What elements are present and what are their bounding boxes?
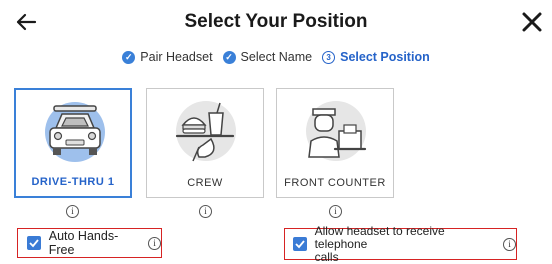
- info-icon[interactable]: i: [66, 205, 79, 218]
- cashier-icon: [306, 101, 367, 161]
- check-icon: [29, 239, 39, 248]
- step-label: Pair Headset: [140, 50, 213, 64]
- auto-hands-free-checkbox[interactable]: [27, 236, 41, 250]
- info-icon[interactable]: i: [199, 205, 212, 218]
- progress-steps: ✓ Pair Headset ✓ Select Name 3 Select Po…: [0, 50, 552, 64]
- position-label: DRIVE-THRU 1: [31, 176, 115, 188]
- food-tray-icon: [175, 101, 236, 162]
- step-label: Select Name: [240, 50, 313, 64]
- page-title: Select Your Position: [184, 11, 368, 32]
- info-icon[interactable]: i: [148, 236, 161, 250]
- step-select-position: 3 Select Position: [322, 50, 430, 64]
- info-icon[interactable]: i: [503, 237, 516, 251]
- step-label: Select Position: [340, 50, 430, 64]
- close-icon: [522, 12, 542, 32]
- step-number-icon: 3: [322, 50, 336, 64]
- check-icon: ✓: [222, 50, 236, 64]
- position-card-drive-thru[interactable]: DRIVE-THRU 1: [14, 88, 132, 198]
- allow-telephone-label: Allow headset to receive telephone calls: [314, 223, 496, 264]
- position-label: FRONT COUNTER: [284, 177, 386, 189]
- step-select-name: ✓ Select Name: [222, 50, 313, 64]
- info-icon[interactable]: i: [329, 205, 342, 218]
- position-card-crew[interactable]: CREW: [146, 88, 264, 198]
- step-pair-headset: ✓ Pair Headset: [122, 50, 213, 64]
- car-icon: [45, 102, 105, 162]
- allow-telephone-checkbox[interactable]: [293, 237, 307, 251]
- allow-telephone-label-line1: Allow headset to receive telephone: [314, 223, 445, 251]
- check-icon: ✓: [122, 50, 136, 64]
- allow-telephone-option: Allow headset to receive telephone calls…: [284, 224, 517, 263]
- position-card-front-counter[interactable]: FRONT COUNTER: [276, 88, 394, 198]
- position-label: CREW: [187, 177, 223, 189]
- check-icon: [295, 240, 305, 249]
- close-button[interactable]: [518, 8, 546, 36]
- auto-hands-free-label: Auto Hands-Free: [48, 229, 119, 257]
- auto-hands-free-option: Auto Hands-Free i: [17, 228, 162, 258]
